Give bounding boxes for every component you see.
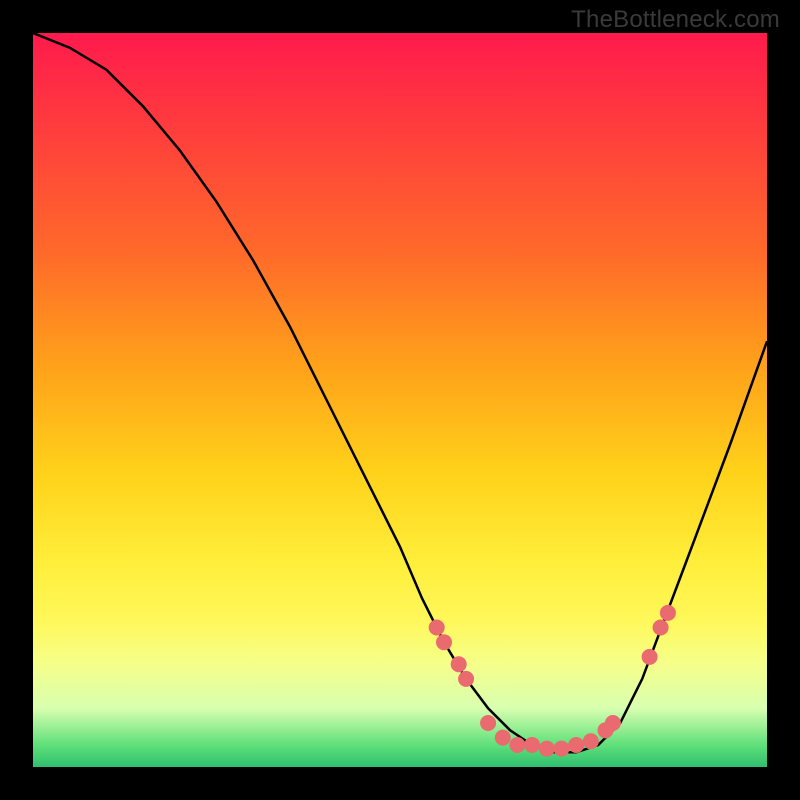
curve-marker xyxy=(524,737,540,753)
curve-marker xyxy=(480,715,496,731)
curve-marker xyxy=(451,656,467,672)
curve-marker xyxy=(509,737,525,753)
plot-area xyxy=(33,33,767,767)
chart-svg xyxy=(33,33,767,767)
curve-marker xyxy=(539,741,555,757)
curve-marker xyxy=(429,620,445,636)
curve-marker xyxy=(642,649,658,665)
curve-marker xyxy=(605,715,621,731)
curve-marker xyxy=(436,634,452,650)
curve-marker xyxy=(495,730,511,746)
curve-marker xyxy=(554,741,570,757)
curve-marker xyxy=(653,620,669,636)
curve-marker xyxy=(458,671,474,687)
curve-marker xyxy=(583,733,599,749)
chart-frame: TheBottleneck.com xyxy=(0,0,800,800)
attribution-text: TheBottleneck.com xyxy=(571,6,780,34)
curve-marker xyxy=(660,605,676,621)
curve-markers xyxy=(429,605,676,757)
bottleneck-curve xyxy=(33,33,767,752)
curve-marker xyxy=(568,737,584,753)
